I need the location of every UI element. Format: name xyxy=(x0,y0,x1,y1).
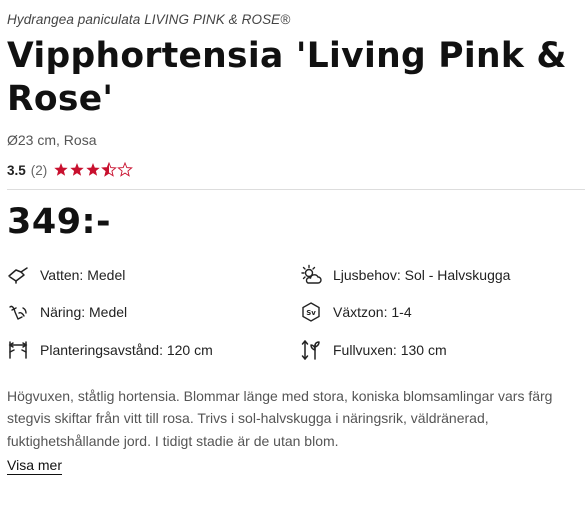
attributes-grid: Vatten: Medel Ljusbehov: Sol - Halvskugg… xyxy=(7,256,585,369)
read-more-link[interactable]: Visa mer xyxy=(7,457,62,475)
height-icon xyxy=(300,339,322,361)
watering-can-icon xyxy=(7,264,29,286)
price: 349:- xyxy=(7,202,112,242)
latin-name: Hydrangea paniculata LIVING PINK & ROSE® xyxy=(7,12,291,27)
divider xyxy=(7,189,585,190)
empty-star-icon xyxy=(117,162,134,177)
rating-count[interactable]: (2) xyxy=(31,163,48,178)
half-star-icon xyxy=(101,162,118,177)
rating[interactable]: 3.5 (2) xyxy=(7,161,585,179)
attribute-nutrition: Näring: Medel xyxy=(7,294,300,332)
sun-cloud-icon xyxy=(300,264,322,286)
attribute-light: Ljusbehov: Sol - Halvskugga xyxy=(300,256,585,294)
product-info: Hydrangea paniculata LIVING PINK & ROSE®… xyxy=(0,12,585,475)
attribute-label: Vatten: Medel xyxy=(40,266,126,283)
attribute-label: Fullvuxen: 130 cm xyxy=(333,341,447,358)
product-title: Vipphortensia 'Living Pink & Rose' xyxy=(7,36,567,119)
attribute-height: Fullvuxen: 130 cm xyxy=(300,331,585,369)
attribute-zone: Sv Växtzon: 1-4 xyxy=(300,294,585,332)
product-description: Högvuxen, ståtlig hortensia. Blommar län… xyxy=(7,387,553,449)
spacing-icon xyxy=(7,339,29,361)
zone-icon: Sv xyxy=(300,301,322,323)
attribute-water: Vatten: Medel xyxy=(7,256,300,294)
attribute-label: Näring: Medel xyxy=(40,304,128,321)
svg-text:Sv: Sv xyxy=(306,309,316,317)
star-icon xyxy=(70,163,84,176)
product-subtitle: Ø23 cm, Rosa xyxy=(7,132,97,148)
attribute-label: Växtzon: 1-4 xyxy=(333,304,412,321)
rating-score: 3.5 xyxy=(7,162,26,178)
fertilizer-icon xyxy=(7,301,29,323)
star-icon xyxy=(86,163,100,176)
attribute-label: Planteringsavstånd: 120 cm xyxy=(40,341,213,358)
rating-stars xyxy=(54,162,134,178)
attribute-label: Ljusbehov: Sol - Halvskugga xyxy=(333,266,511,283)
attribute-spacing: Planteringsavstånd: 120 cm xyxy=(7,331,300,369)
star-icon xyxy=(54,163,68,176)
